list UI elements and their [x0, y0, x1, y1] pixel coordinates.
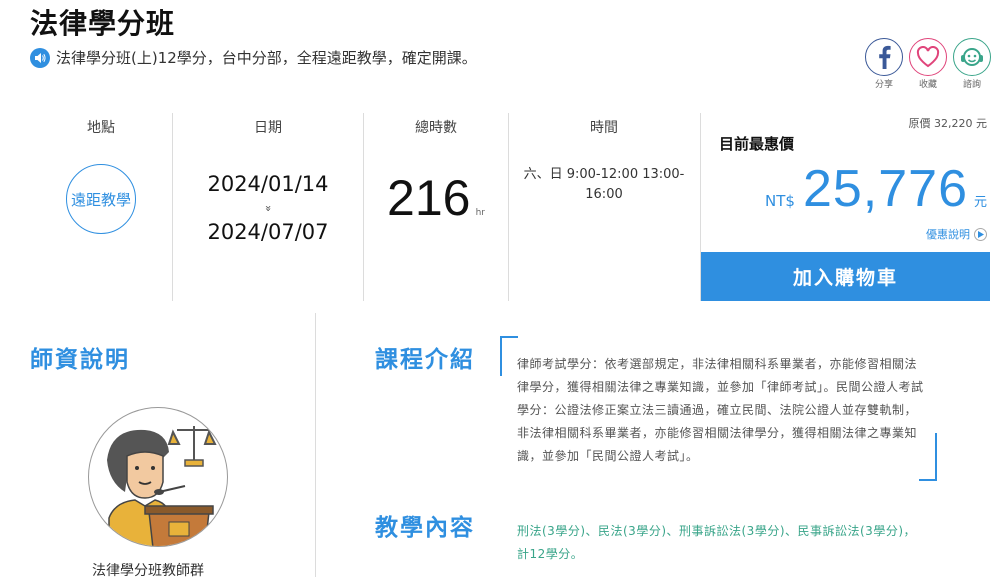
- bracket-decoration: [500, 336, 518, 376]
- location-badge: 遠距教學: [66, 164, 136, 234]
- hours-column: 總時數 216 hr: [364, 113, 508, 301]
- hours-unit: hr: [475, 208, 485, 218]
- start-date: 2024/01/14: [207, 172, 329, 196]
- add-to-cart-button[interactable]: 加入購物車: [701, 252, 990, 301]
- content-title: 教學內容: [375, 515, 475, 541]
- price-currency: NT$: [765, 192, 795, 210]
- consult-icon: [953, 38, 991, 76]
- total-hours: 216: [387, 170, 471, 226]
- speaker-icon[interactable]: [30, 47, 50, 68]
- share-toolbar: 分享 收藏 諮詢: [864, 38, 992, 90]
- course-subtitle: 法律學分班(上)12學分，台中分部，全程遠距教學，確定開課。: [30, 47, 477, 68]
- teachers-title: 師資說明: [30, 347, 130, 373]
- date-header: 日期: [254, 120, 282, 136]
- intro-box: 律師考試學分：依考選部規定，非法律相關科系畢業者，亦能修習相關法律學分，獲得相關…: [500, 336, 937, 481]
- date-column: 日期 2024/01/14 » 2024/07/07: [173, 113, 363, 301]
- consult-label: 諮詢: [962, 80, 981, 90]
- end-date: 2024/07/07: [207, 220, 329, 244]
- heart-icon: [909, 38, 947, 76]
- favorite-label: 收藏: [918, 80, 937, 90]
- consult-button[interactable]: 諮詢: [952, 38, 992, 90]
- content-text: 刑法(3學分)、民法(3學分)、刑事訴訟法(3學分)、民事訴訟法(3學分)，計1…: [517, 524, 916, 561]
- price-panel: 原價 32,220 元 目前最惠價 NT$ 25,776 元 優惠說明 加入購物…: [700, 113, 990, 301]
- best-price-label: 目前最惠價: [719, 135, 795, 153]
- course-info-row: 地點 遠距教學 日期 2024/01/14 » 2024/07/07 總時數 2…: [30, 113, 990, 301]
- facebook-icon: [865, 38, 903, 76]
- intro-text: 律師考試學分：依考選部規定，非法律相關科系畢業者，亦能修習相關法律學分，獲得相關…: [517, 357, 924, 463]
- location-column: 地點 遠距教學: [30, 113, 172, 301]
- discount-link-label: 優惠說明: [926, 228, 970, 241]
- share-button[interactable]: 分享: [864, 38, 904, 90]
- best-price: NT$ 25,776 元: [765, 159, 987, 219]
- page-title: 法律學分班: [30, 7, 176, 40]
- teacher-avatar: [88, 407, 228, 547]
- original-price: 原價 32,220 元: [908, 117, 987, 130]
- hours-header: 總時數: [415, 120, 457, 136]
- play-icon: [974, 227, 987, 241]
- favorite-button[interactable]: 收藏: [908, 38, 948, 90]
- share-label: 分享: [874, 80, 893, 90]
- discount-info-link[interactable]: 優惠說明: [926, 226, 987, 242]
- price-unit: 元: [973, 195, 987, 210]
- section-divider: [315, 313, 316, 577]
- time-header: 時間: [590, 120, 618, 136]
- intro-title: 課程介紹: [375, 347, 475, 373]
- price-value: 25,776: [802, 160, 968, 218]
- location-header: 地點: [87, 120, 115, 136]
- subtitle-text: 法律學分班(上)12學分，台中分部，全程遠距教學，確定開課。: [56, 49, 477, 67]
- class-time: 六、日 9:00-12:00 13:00-16:00: [523, 167, 685, 202]
- teacher-name: 法律學分班教師群: [92, 563, 204, 577]
- date-arrow-icon: »: [261, 205, 275, 212]
- time-column: 時間 六、日 9:00-12:00 13:00-16:00: [509, 113, 699, 301]
